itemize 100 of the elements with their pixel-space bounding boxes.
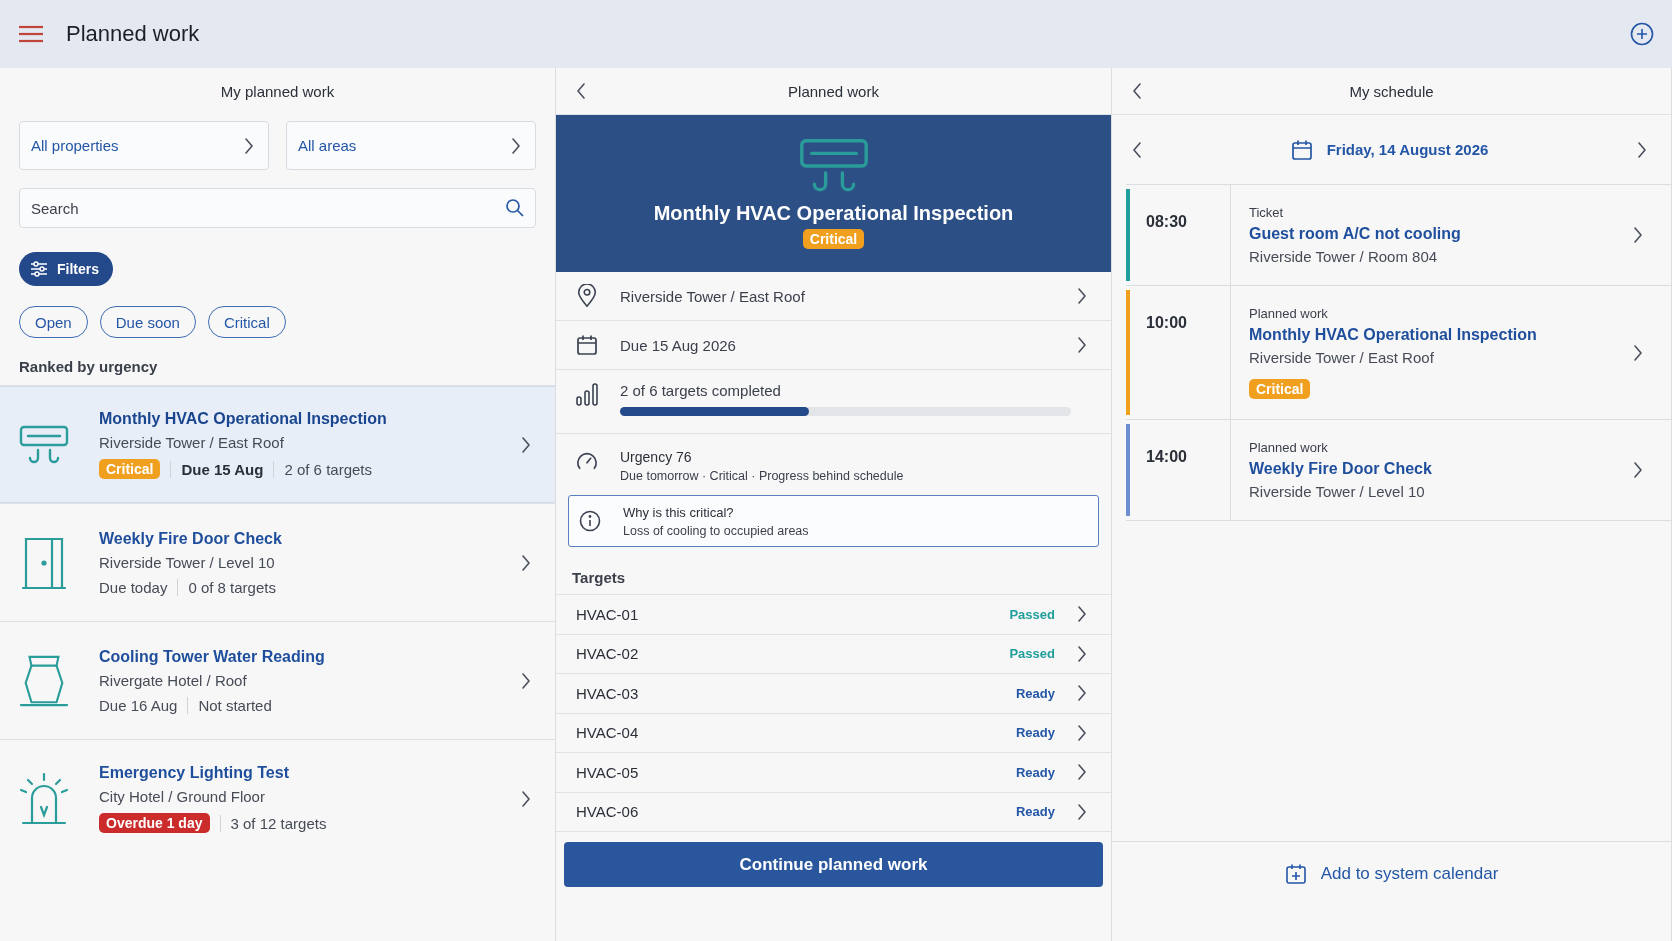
progress-label: 2 of 6 targets completed	[620, 382, 782, 399]
target-row[interactable]: HVAC-02 Passed	[556, 634, 1111, 674]
urgency-detail: Due tomorrow · Critical · Progress behind schedule	[620, 469, 904, 483]
filter-selector[interactable]: All areas	[286, 121, 536, 170]
menu-icon[interactable]	[18, 25, 44, 43]
app-title: Planned work	[66, 21, 201, 47]
chevron-left-icon	[1132, 141, 1142, 158]
chevron-right-icon	[511, 137, 521, 154]
chevron-right-icon	[1077, 764, 1087, 781]
target-id: HVAC-06	[576, 803, 640, 821]
cooling-tower-icon	[19, 653, 69, 708]
event-location: Riverside Tower / Room 804	[1249, 248, 1439, 265]
item-location: Riverside Tower / Level 10	[99, 553, 276, 571]
chevron-right-icon	[1077, 724, 1087, 741]
location-pin-icon	[576, 284, 598, 308]
search-field[interactable]: Search	[19, 188, 536, 228]
work-item[interactable]: Cooling Tower Water Reading Rivergate Hotel / Roof Due 16 Aug Not started	[0, 621, 555, 739]
item-meta: Not started	[187, 696, 272, 714]
chevron-right-icon	[1633, 344, 1643, 361]
door-icon	[19, 535, 69, 590]
schedule-event[interactable]: 14:00 Planned work Weekly Fire Door Check Riverside Tower / Level 10	[1126, 420, 1671, 521]
chevron-right-icon	[1633, 227, 1643, 243]
target-status: Ready	[1015, 804, 1055, 820]
item-meta: 0 of 8 targets	[177, 578, 276, 596]
detail-row[interactable]: Riverside Tower / East Roof	[556, 272, 1111, 321]
event-location: Riverside Tower / Level 10	[1249, 483, 1426, 500]
work-title: Monthly HVAC Operational Inspection	[653, 202, 1014, 225]
filters-button[interactable]: Filters	[19, 252, 113, 286]
calendar-icon	[576, 333, 598, 357]
target-row[interactable]: HVAC-04 Ready	[556, 713, 1111, 753]
item-title: Emergency Lighting Test	[99, 764, 290, 782]
target-id: HVAC-05	[576, 763, 640, 781]
chevron-right-icon	[244, 137, 254, 154]
item-meta: Due 16 Aug	[99, 696, 178, 714]
target-id: HVAC-01	[576, 605, 640, 623]
target-row[interactable]: HVAC-01 Passed	[556, 595, 1111, 635]
chevron-right-icon	[1077, 645, 1087, 662]
target-row[interactable]: HVAC-05 Ready	[556, 753, 1111, 793]
chevron-right-icon	[521, 436, 531, 453]
panel-title: My planned work	[220, 83, 335, 100]
filter-selector[interactable]: All properties	[19, 121, 269, 170]
chevron-right-icon	[1077, 337, 1087, 353]
item-title: Cooling Tower Water Reading	[99, 647, 326, 666]
event-title: Monthly HVAC Operational Inspection	[1249, 326, 1538, 344]
work-item[interactable]: Monthly HVAC Operational Inspection Riverside Tower / East Roof Critical Due 15 Aug 2 of 6 targets	[0, 385, 555, 503]
back-button[interactable]	[576, 83, 586, 102]
chevron-right-icon	[521, 554, 531, 571]
item-location: City Hotel / Ground Floor	[99, 788, 266, 805]
add-icon[interactable]	[1630, 22, 1654, 46]
item-location: Riverside Tower / East Roof	[99, 434, 285, 451]
chevron-right-icon	[1077, 685, 1087, 702]
urgency-score: Urgency 76	[620, 449, 693, 465]
item-title: Monthly HVAC Operational Inspection	[99, 410, 388, 428]
callout-text: Loss of cooling to occupied areas	[623, 523, 809, 538]
item-meta: 3 of 12 targets	[219, 814, 327, 832]
target-status: Passed	[1009, 606, 1055, 622]
chevron-right-icon	[521, 672, 531, 689]
event-type: Planned work	[1249, 440, 1329, 455]
event-time: 14:00	[1146, 448, 1187, 465]
target-row[interactable]: HVAC-06 Ready	[556, 792, 1111, 832]
chevron-right-icon	[1077, 803, 1087, 820]
work-item[interactable]: Weekly Fire Door Check Riverside Tower / Level 10 Due today 0 of 8 targets	[0, 503, 555, 621]
target-row[interactable]: HVAC-03 Ready	[556, 674, 1111, 714]
target-id: HVAC-02	[576, 645, 640, 663]
schedule-event[interactable]: 08:30 Ticket Guest room A/C not cooling Riverside Tower / Room 804	[1126, 185, 1671, 286]
chevron-right-icon	[1637, 141, 1647, 158]
add-to-calendar-button[interactable]: Add to system calendar	[1278, 856, 1505, 892]
chevron-right-icon	[1077, 288, 1087, 304]
target-status: Ready	[1015, 685, 1055, 701]
schedule-event[interactable]: 10:00 Planned work Monthly HVAC Operational Inspection Riverside Tower / East Roof Critical	[1126, 286, 1671, 420]
target-id: HVAC-03	[576, 684, 640, 702]
back-button[interactable]	[1132, 83, 1142, 102]
back-icon	[576, 83, 586, 99]
chevron-right-icon	[1077, 606, 1087, 623]
status-badge: Critical	[1249, 379, 1311, 399]
target-status: Ready	[1015, 764, 1055, 780]
status-badge: Critical	[802, 229, 865, 249]
event-time: 10:00	[1146, 314, 1187, 331]
item-meta: Due today	[99, 578, 168, 596]
item-location: Rivergate Hotel / Roof	[99, 671, 248, 689]
item-meta: 2 of 6 targets	[273, 460, 372, 478]
status-badge: Critical	[99, 459, 161, 479]
chevron-right-icon	[521, 790, 531, 807]
event-title: Weekly Fire Door Check	[1249, 460, 1433, 478]
detail-row[interactable]: Due 15 Aug 2026	[556, 321, 1111, 370]
item-title: Weekly Fire Door Check	[99, 529, 283, 548]
continue-button[interactable]: Continue planned work	[564, 842, 1103, 887]
back-icon	[1132, 83, 1142, 99]
status-badge: Overdue 1 day	[99, 813, 210, 833]
calendar-add-icon	[1284, 863, 1307, 885]
schedule-date: Friday, 14 August 2026	[1326, 141, 1489, 158]
event-title: Guest room A/C not cooling	[1249, 225, 1462, 243]
callout-title: Why is this critical?	[623, 504, 735, 520]
work-item[interactable]: Emergency Lighting Test City Hotel / Ground Floor Overdue 1 day 3 of 12 targets	[0, 739, 555, 857]
event-time: 08:30	[1146, 213, 1187, 230]
info-icon	[579, 509, 601, 533]
previous-day-button[interactable]	[1132, 141, 1142, 158]
calendar-icon	[1290, 138, 1313, 161]
next-day-button[interactable]	[1637, 141, 1647, 158]
chevron-right-icon	[1633, 462, 1643, 478]
